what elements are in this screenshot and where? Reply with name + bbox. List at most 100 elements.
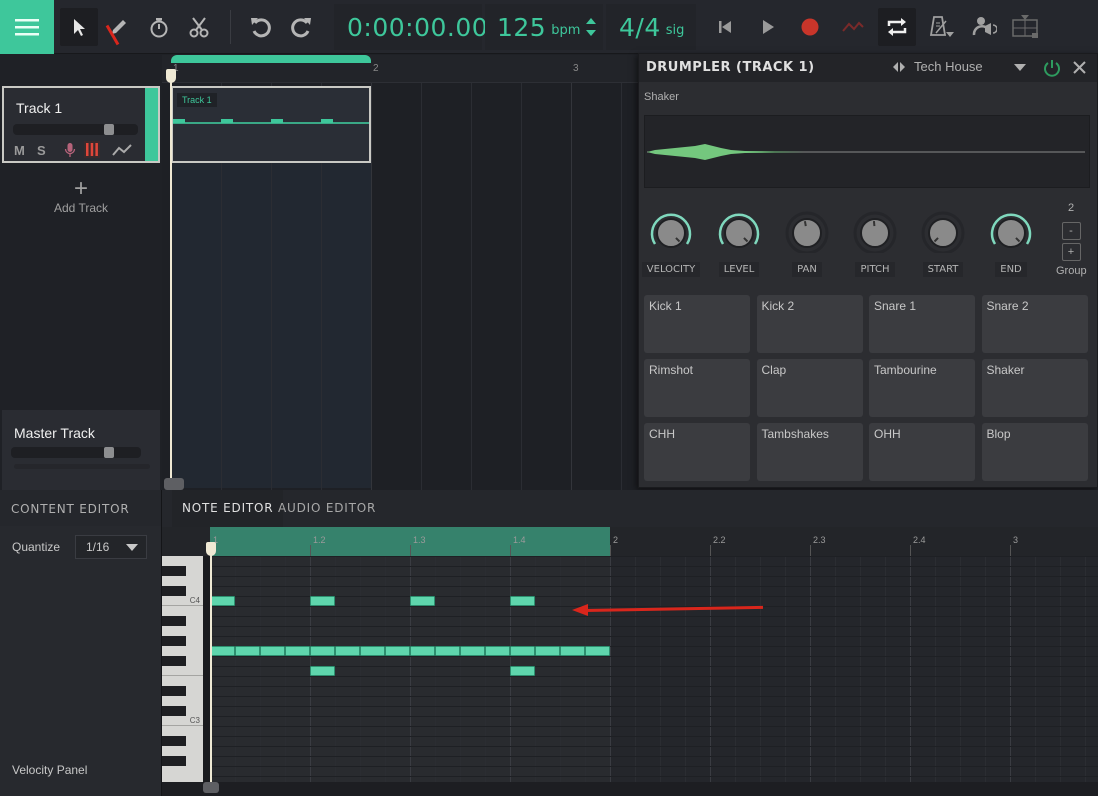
midi-note[interactable] (235, 646, 260, 656)
waveform-display[interactable] (644, 115, 1090, 188)
play-button[interactable] (749, 8, 787, 46)
knob-dial-icon[interactable] (714, 211, 764, 253)
voice-button[interactable] (965, 8, 1003, 46)
menu-button[interactable] (0, 0, 54, 54)
knob-dial-icon[interactable] (986, 211, 1036, 253)
black-key[interactable] (162, 756, 186, 766)
redo-button[interactable] (282, 8, 320, 46)
undo-button[interactable] (242, 8, 280, 46)
mixer-button[interactable] (1006, 8, 1044, 46)
black-key[interactable] (162, 686, 186, 696)
drum-pad[interactable]: Kick 1 (644, 295, 750, 353)
cut-tool-button[interactable] (180, 8, 218, 46)
note-playhead-handle[interactable] (206, 542, 216, 556)
black-key[interactable] (162, 636, 186, 646)
midi-note[interactable] (310, 666, 335, 676)
loop-region[interactable] (171, 55, 371, 63)
group-plus-button[interactable]: + (1061, 243, 1081, 261)
midi-note[interactable] (485, 646, 510, 656)
midi-note[interactable] (310, 596, 335, 606)
automation-record-button[interactable] (834, 8, 872, 46)
piano-roll-icon[interactable] (84, 141, 100, 158)
drum-pad[interactable]: Clap (756, 359, 863, 417)
midi-note[interactable] (435, 646, 460, 656)
black-key[interactable] (162, 586, 186, 596)
preset-dropdown-icon[interactable] (1013, 63, 1027, 73)
midi-note[interactable] (410, 646, 435, 656)
knob-level[interactable]: LEVEL (709, 211, 769, 277)
black-key[interactable] (162, 656, 186, 666)
midi-note[interactable] (385, 646, 410, 656)
tempo-display[interactable]: 125 bpm (497, 8, 598, 46)
knob-pan[interactable]: PAN (777, 211, 837, 277)
track-volume-slider[interactable] (13, 124, 138, 135)
stopwatch-tool-button[interactable] (140, 8, 178, 46)
playhead-handle[interactable] (166, 69, 176, 83)
knob-end[interactable]: END (981, 211, 1041, 277)
loop-button[interactable] (878, 8, 916, 46)
select-tool-button[interactable] (60, 8, 98, 46)
midi-note[interactable] (335, 646, 360, 656)
arrangement-scroll-thumb[interactable] (164, 478, 184, 490)
mute-button[interactable]: M (14, 143, 25, 158)
skip-back-button[interactable] (706, 8, 744, 46)
drum-pad[interactable]: Tambourine (869, 359, 975, 417)
master-track-header[interactable]: Master Track (2, 410, 160, 490)
add-track-button[interactable]: + Add Track (0, 177, 162, 216)
midi-note[interactable] (460, 646, 485, 656)
note-editor-scrollbar[interactable] (162, 782, 1098, 796)
note-scroll-thumb[interactable] (203, 782, 219, 793)
knob-dial-icon[interactable] (782, 211, 832, 255)
knob-dial-icon[interactable] (646, 211, 696, 253)
drum-pad[interactable]: Snare 2 (981, 295, 1088, 353)
midi-note[interactable] (360, 646, 385, 656)
black-key[interactable] (162, 566, 186, 576)
midi-note[interactable] (410, 596, 435, 606)
velocity-panel-label[interactable]: Velocity Panel (12, 763, 87, 777)
note-editor-ruler[interactable]: 1 1.2 1.3 1.4 2 2.2 2.3 2.4 3 (210, 527, 1098, 556)
black-key[interactable] (162, 736, 186, 746)
close-icon[interactable] (1073, 61, 1086, 74)
drum-pad[interactable]: Rimshot (644, 359, 750, 417)
drum-pad[interactable]: Blop (981, 423, 1088, 481)
solo-button[interactable]: S (37, 143, 46, 158)
power-icon[interactable] (1043, 59, 1061, 77)
knob-start[interactable]: START (913, 211, 973, 277)
preset-selector[interactable]: Tech House (892, 59, 983, 74)
tab-audio-editor[interactable]: AUDIO EDITOR (268, 490, 386, 527)
knob-pitch[interactable]: PITCH (845, 211, 905, 277)
drum-pad[interactable]: Kick 2 (756, 295, 863, 353)
midi-note[interactable] (285, 646, 310, 656)
knob-dial-icon[interactable] (850, 211, 900, 255)
midi-note[interactable] (535, 646, 560, 656)
automation-icon[interactable] (112, 143, 132, 157)
black-key[interactable] (162, 616, 186, 626)
record-button[interactable] (791, 8, 829, 46)
midi-note[interactable] (510, 596, 535, 606)
master-volume-slider[interactable] (11, 447, 141, 458)
record-arm-mic-icon[interactable] (64, 142, 76, 158)
track-volume-thumb[interactable] (104, 124, 114, 135)
signature-display[interactable]: 4/4 sig (619, 8, 684, 46)
midi-note[interactable] (510, 646, 535, 656)
preset-prev-next-icon[interactable] (892, 61, 906, 73)
metronome-button[interactable] (923, 8, 961, 46)
midi-note[interactable] (510, 666, 535, 676)
midi-note[interactable] (210, 596, 235, 606)
midi-note[interactable] (560, 646, 585, 656)
note-grid[interactable] (210, 556, 1098, 782)
drum-pad[interactable]: CHH (644, 423, 750, 481)
drum-pad[interactable]: Snare 1 (869, 295, 975, 353)
quantize-select[interactable]: 1/16 (75, 535, 147, 559)
midi-clip[interactable]: Track 1 (171, 86, 371, 163)
black-key[interactable] (162, 706, 186, 716)
drum-pad[interactable]: Tambshakes (756, 423, 863, 481)
tempo-stepper-icon[interactable] (584, 16, 598, 38)
group-minus-button[interactable]: - (1061, 222, 1081, 240)
midi-note[interactable] (210, 646, 235, 656)
master-volume-thumb[interactable] (104, 447, 114, 458)
knob-velocity[interactable]: VELOCITY (641, 211, 701, 277)
midi-note[interactable] (585, 646, 610, 656)
piano-keyboard[interactable]: C4 C3 (162, 556, 203, 782)
tab-note-editor[interactable]: NOTE EDITOR (172, 490, 284, 527)
